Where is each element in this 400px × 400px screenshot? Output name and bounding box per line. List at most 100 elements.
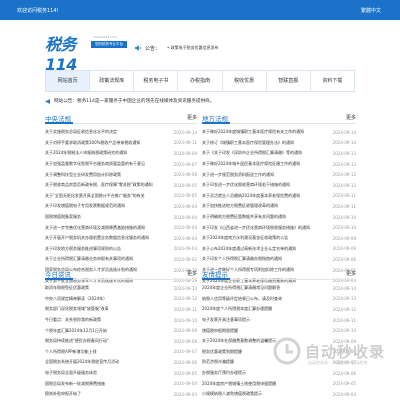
nav-item-regulations[interactable]: 政策法规库 <box>90 71 135 91</box>
list-item: 税务部门深化税务领域"放管服"改革 2024-09-11 <box>45 304 197 315</box>
article-link[interactable]: 关于对停手要求取消政策100%税收产品带来税收通知 <box>45 140 170 146</box>
list-item: 关于开展开户税务机关办理前置业务数据信息化服务的通知 2024-09-04 <box>45 233 197 244</box>
article-date: 2024-09-04 <box>332 391 356 397</box>
list-item: 今日看点：关系到你我的新政策 2024-09-10 <box>45 315 197 326</box>
article-link[interactable]: 电子税务局全面升级服务体验 <box>45 370 170 376</box>
article-link[interactable]: 关于"全国无纸化发票开具全国统计平台推广服务"的有关 <box>45 193 170 199</box>
list-item: 关于"全国无纸化发票开具全国统计平台推广服务"的有关 2024-09-05 <box>45 191 197 202</box>
article-link[interactable]: 关于印发进一步优化税收营商环境若干措施的通知 <box>202 182 327 188</box>
article-link[interactable]: 关于印发增值税电子专用发票数据规范的通知 <box>45 203 170 209</box>
article-link[interactable]: 关于2024年度地方水利建设基金征收政策的公告 <box>202 235 327 241</box>
article-link[interactable]: 关于开展开户税务机关办理前置业务数据信息化服务的通知 <box>45 235 170 241</box>
article-date: 2024-09-02 <box>173 256 197 262</box>
article-date: 2024-09-11 <box>173 140 197 146</box>
article-date: 2024-09-03 <box>173 391 197 397</box>
article-link[interactable]: 稳岗补贴申报开始了 <box>45 391 170 397</box>
article-link[interactable]: 关于印发《山西省进一步优化营商环境税收服务措施》的通知 <box>202 225 327 231</box>
article-date: 2024-09-09 <box>332 246 356 252</box>
article-link[interactable]: 关于《关于印发《深圳市企业所得税汇算清缴》等的通知 <box>202 150 327 156</box>
top-bar: 欢迎访问税务114！ 繁體中文 <box>0 0 400 20</box>
article-link[interactable]: 关于灵活就业人员缴纳2024年度基本养老保险费的通知 <box>202 193 327 199</box>
bullhorn-icon <box>45 98 50 104</box>
article-link[interactable]: 关于印发个人所得税汇算清缴办税指南的通知 <box>202 256 327 262</box>
article-link[interactable]: 关于修订《城镇职工基本医疗保险管理办法》的通知 <box>202 140 327 146</box>
site-logo[interactable]: 税务114 shuiwu114.com 您的税务专业平台 <box>45 31 127 74</box>
article-link[interactable]: 关于进一步规范税务资料报送工作的通知 <box>202 172 327 178</box>
list-item: 中央八项规定精神解读（2024年） 2024-09-12 <box>45 294 197 305</box>
article-link[interactable]: 全国税务系统开展2024年税收宣传月活动 <box>45 359 170 365</box>
nav-item-downloads[interactable]: 资料下载 <box>310 71 354 91</box>
site-announcement: 网站公告：税务114是一家服务于中国企业的领先在线媒体及资讯服务提供商。 <box>45 96 355 106</box>
article-date: 2024-09-07 <box>173 349 197 355</box>
article-date: 2024-09-04 <box>173 235 197 241</box>
article-list: 关于做好2024年度城镇职工基本医疗保险有关工作的通知 2024-09-14 关于修… <box>202 127 356 286</box>
watermark: 自动秒收录 自动秒收录 · 一次提交 · 自动秒收 <box>272 331 400 371</box>
article-date: 2024-09-14 <box>332 129 356 135</box>
article-link[interactable]: 个人所得税APP新增功能上线 <box>45 349 170 355</box>
article-link[interactable]: 税务局持续推进"便民办税春风行动" <box>45 338 170 344</box>
more-link[interactable]: 更多 <box>187 114 197 121</box>
list-item: 关于进一步规范税务资料报送工作的通知 2024-09-12 <box>202 169 356 180</box>
article-list: 取消车购税免征优惠政策 2024-09-13 中央八项规定精神解读（2024年） 20… <box>45 283 197 400</box>
notice-text[interactable]: • 政策电子税务优惠信息发布 <box>167 45 219 51</box>
article-date: 2024-09-07 <box>173 161 197 167</box>
article-link[interactable]: 今日看点：关系到你我的新政策 <box>45 317 170 323</box>
list-item: 纳税人信用等级评定结果已公布，请及时查询 2024-09-13 <box>202 294 356 305</box>
welcome-text: 欢迎访问税务114！ <box>17 8 62 14</box>
watermark-text: 自动秒收录 <box>305 342 386 361</box>
article-link[interactable]: 关于加强监督数字化智税平台服务商质量监管的有干意见 <box>45 161 170 167</box>
list-item: 关于印发《山西省进一步优化营商环境税收服务措施》的通知 2024-09-10 <box>202 222 356 233</box>
article-link[interactable]: 关于税收商品房是否新政有税、医疗保障"零关税"政策的通知 <box>45 182 170 188</box>
list-item: 关于做好2024年度城镇职工基本医疗保险有关工作的通知 2024-09-14 <box>202 127 356 138</box>
nav-item-preferences[interactable]: 税收优惠 <box>222 71 267 91</box>
more-link[interactable]: 更多 <box>346 114 356 121</box>
article-link[interactable]: 税务部门深化税务领域"放管服"改革 <box>45 306 170 312</box>
article-link[interactable]: 关于企业所得税汇算清缴业务申报有关事项的通知 <box>45 256 170 262</box>
list-item: 个人所得税APP新增功能上线 2024-09-07 <box>45 347 197 358</box>
article-link[interactable]: 小规模纳税人减免增值税政策提示 <box>202 391 327 397</box>
article-date: 2024-09-13 <box>332 161 356 167</box>
list-item: 关于修订《城镇职工基本医疗保险管理办法》的通知 2024-09-14 <box>202 138 356 149</box>
article-date: 2024-09-12 <box>332 172 356 178</box>
article-link[interactable]: 关于2024年税制法人申报纳税政策研究的通知 <box>45 150 170 156</box>
article-link[interactable]: 关于实施税务总局征收信息化水平的决定 <box>45 129 170 135</box>
article-link[interactable]: 关于做好2024年城乡居民基本医疗保险征缴工作的通知 <box>202 161 327 167</box>
article-link[interactable]: 关于明确地方税费征管数据共享有关问题的通知 <box>202 214 327 220</box>
article-date: 2024-09-13 <box>332 296 356 302</box>
list-item: 电子税务局全面升级服务体验 2024-09-05 <box>45 368 197 379</box>
article-link[interactable]: 关于印发地方税务服务推进事项规则的公告 <box>45 246 170 252</box>
article-link[interactable]: 纳税人信用等级评定结果已公布，请及时查询 <box>202 296 327 302</box>
nav-item-home[interactable]: 网站首页 <box>46 71 91 91</box>
article-link[interactable]: 国税总局发布新一轮减税降费措施 <box>45 381 170 387</box>
article-link[interactable]: 关于调整科技型企业研发费用加计扣除政策 <box>45 172 170 178</box>
more-link[interactable]: 更多 <box>187 270 197 277</box>
panel-header: 友情提示 更多 <box>202 266 356 280</box>
article-date: 2024-09-12 <box>332 306 356 312</box>
nav-item-reports[interactable]: 智联直报 <box>266 71 311 91</box>
nav-item-guide[interactable]: 办税指南 <box>178 71 223 91</box>
list-item: 关于《关于印发《深圳市企业所得税汇算清缴》等的通知 2024-09-13 <box>202 148 356 159</box>
article-link[interactable]: 2024年度房产税城镇土地使用税申报提醒 <box>202 381 327 387</box>
article-date: 2024-09-14 <box>332 285 356 291</box>
article-link[interactable]: 2024年度企业所得税汇算清缴常见问题解答 <box>202 285 327 291</box>
list-item: 个税年度汇算2024年12月1日开始 2024-09-09 <box>45 325 197 336</box>
article-link[interactable]: 取消车购税免征优惠政策 <box>45 285 170 291</box>
more-link[interactable]: 更多 <box>346 270 356 277</box>
nav-item-ebooks[interactable]: 税务电子书 <box>134 71 179 91</box>
list-item: 全国税务系统开展2024年税收宣传月活动 2024-09-06 <box>45 357 197 368</box>
article-link[interactable]: 关于做好2024年度城镇职工基本医疗保险有关工作的通知 <box>202 129 327 135</box>
language-switch-link[interactable]: 繁體中文 <box>361 7 381 14</box>
panel-title-underline <box>45 278 73 280</box>
article-link[interactable]: 个税年度汇算2024年12月1日开始 <box>45 328 170 334</box>
article-link[interactable]: 关于公布2024年度通过高新技术企业认定名单的通知 <box>202 246 327 252</box>
article-link[interactable]: 关于进一步完善优化营商环境及减税降费激励措施的通知 <box>45 225 170 231</box>
notice-label: 公告： <box>145 45 161 52</box>
article-link[interactable]: 2024年度个人所得税年度汇算办理提醒 <box>202 306 327 312</box>
article-link[interactable]: 关于加快推进地方税费征收管理改革的通知 <box>202 203 327 209</box>
article-link[interactable]: 中央八项规定精神解读（2024年） <box>45 296 170 302</box>
list-item: 小规模纳税人减免增值税政策提示 2024-09-04 <box>202 389 356 400</box>
list-item: 国税增值税备案服务 2024-09-04 <box>45 212 197 223</box>
article-link[interactable]: 电子发票开具注意事项提示 <box>202 317 327 323</box>
article-link[interactable]: 国税增值税备案服务 <box>45 214 170 220</box>
article-date: 2024-09-10 <box>332 214 356 220</box>
